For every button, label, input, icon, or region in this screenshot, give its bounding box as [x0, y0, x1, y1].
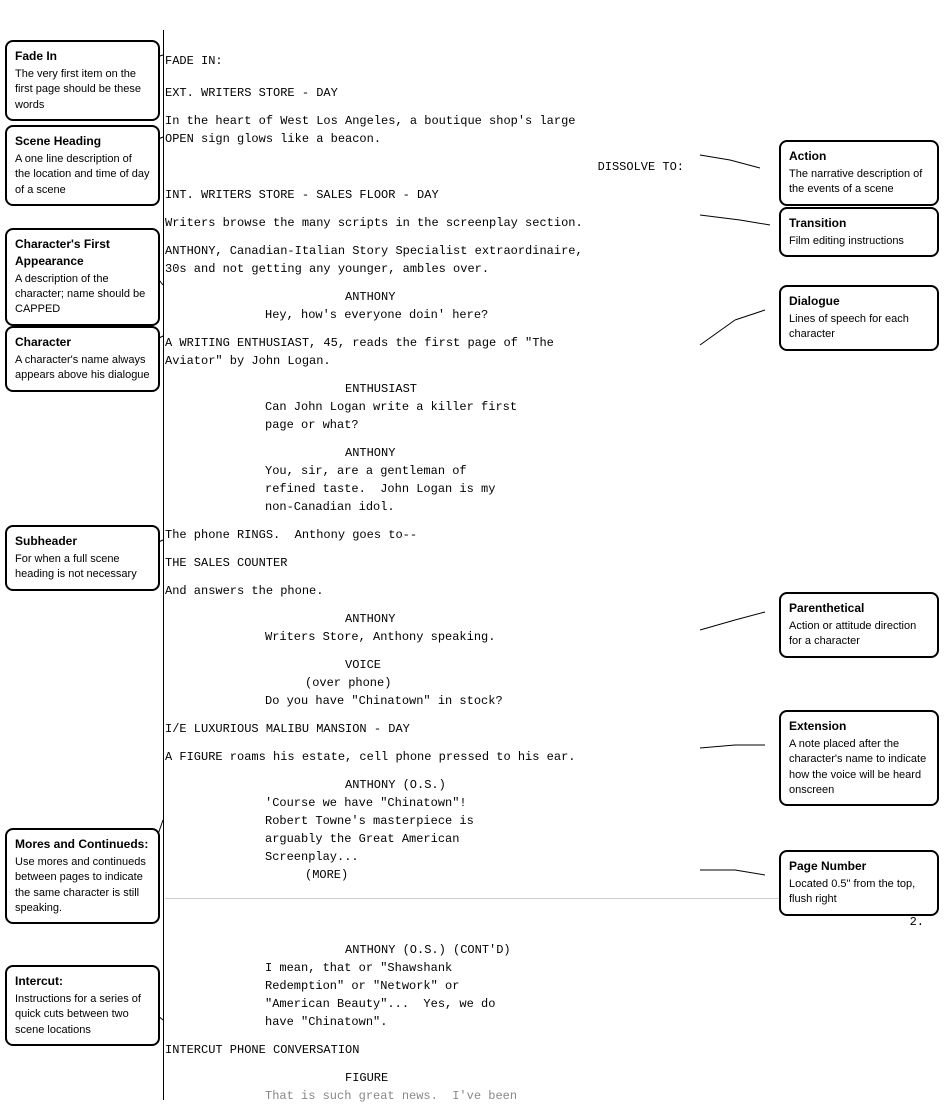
script-line: Can John Logan write a killer first: [265, 398, 929, 416]
script-block-diag5: Do you have "Chinatown" in stock?: [265, 692, 929, 710]
script-line: have "Chinatown".: [265, 1013, 929, 1031]
annotation-desc: Located 0.5" from the top, flush right: [789, 878, 915, 905]
script-line: FADE IN:: [165, 52, 929, 70]
annotation-mores: Mores and Continueds: Use mores and cont…: [5, 828, 160, 924]
script-line: THE SALES COUNTER: [165, 554, 929, 572]
annotation-transition: Transition Film editing instructions: [779, 207, 939, 257]
annotation-title: Page Number: [789, 858, 929, 875]
script-block-action4: The phone RINGS. Anthony goes to--: [165, 526, 929, 544]
script-line: "American Beauty"... Yes, we do: [265, 995, 929, 1013]
annotation-subheader: Subheader For when a full scene heading …: [5, 525, 160, 591]
page-container: FADE IN: EXT. WRITERS STORE - DAY In the…: [0, 0, 944, 1100]
annotation-character: Character A character's name always appe…: [5, 326, 160, 392]
script-block-paren1: (over phone): [305, 674, 929, 692]
annotation-title: Mores and Continueds:: [15, 836, 150, 853]
script-line: arguably the Great American: [265, 830, 929, 848]
script-line: DISSOLVE TO:: [165, 158, 689, 176]
script-line: Robert Towne's masterpiece is: [265, 812, 929, 830]
annotation-desc: Use mores and continueds between pages t…: [15, 856, 146, 914]
script-block-fadein: FADE IN:: [165, 52, 929, 70]
annotation-scene-heading: Scene Heading A one line description of …: [5, 125, 160, 206]
script-block-diag8: That is such great news. I've been: [265, 1087, 929, 1105]
script-block-diag7: I mean, that or "Shawshank Redemption" o…: [265, 959, 929, 1031]
script-line: Redemption" or "Network" or: [265, 977, 929, 995]
script-block-char2: ENTHUSIAST: [345, 380, 929, 398]
annotation-title: Intercut:: [15, 973, 150, 990]
annotation-desc: A note placed after the character's name…: [789, 738, 926, 796]
script-line: Aviator" by John Logan.: [165, 352, 929, 370]
script-line: (over phone): [305, 674, 929, 692]
script-line: non-Canadian idol.: [265, 498, 929, 516]
annotation-desc: The very first item on the first page sh…: [15, 68, 141, 111]
script-line: Do you have "Chinatown" in stock?: [265, 692, 929, 710]
script-line: ENTHUSIAST: [345, 380, 929, 398]
script-block-char5: VOICE: [345, 656, 929, 674]
annotation-page-number: Page Number Located 0.5" from the top, f…: [779, 850, 939, 916]
annotation-desc: The narrative description of the events …: [789, 168, 922, 195]
annotation-intercut: Intercut: Instructions for a series of q…: [5, 965, 160, 1046]
script-block-subheader: THE SALES COUNTER: [165, 554, 929, 572]
annotation-title: Scene Heading: [15, 133, 150, 150]
annotation-title: Action: [789, 148, 929, 165]
script-line: FIGURE: [345, 1069, 929, 1087]
annotation-char-first: Character's First Appearance A descripti…: [5, 228, 160, 326]
annotation-title: Dialogue: [789, 293, 929, 310]
script-block-diag3: You, sir, are a gentleman of refined tas…: [265, 462, 929, 516]
annotation-title: Character's First Appearance: [15, 236, 150, 270]
script-block-char3: ANTHONY: [345, 444, 929, 462]
script-block-char8: FIGURE: [345, 1069, 929, 1087]
annotation-parenthetical: Parenthetical Action or attitude directi…: [779, 592, 939, 658]
annotation-desc: Instructions for a series of quick cuts …: [15, 993, 141, 1036]
script-block-char7: ANTHONY (O.S.) (CONT'D): [345, 941, 929, 959]
annotation-title: Extension: [789, 718, 929, 735]
script-line: I mean, that or "Shawshank: [265, 959, 929, 977]
script-line: In the heart of West Los Angeles, a bout…: [165, 112, 929, 130]
script-block-diag2: Can John Logan write a killer first page…: [265, 398, 929, 434]
annotation-title: Transition: [789, 215, 929, 232]
page-number: 2.: [165, 913, 929, 931]
annotation-action: Action The narrative description of the …: [779, 140, 939, 206]
script-block-ext: EXT. WRITERS STORE - DAY: [165, 84, 929, 102]
annotation-desc: A description of the character; name sho…: [15, 273, 145, 316]
annotation-desc: Film editing instructions: [789, 235, 904, 247]
script-line: ANTHONY: [345, 444, 929, 462]
script-line: You, sir, are a gentleman of: [265, 462, 929, 480]
script-line: INTERCUT PHONE CONVERSATION: [165, 1041, 929, 1059]
annotation-dialogue: Dialogue Lines of speech for each charac…: [779, 285, 939, 351]
annotation-desc: A character's name always appears above …: [15, 354, 150, 381]
script-line: EXT. WRITERS STORE - DAY: [165, 84, 929, 102]
script-line: 30s and not getting any younger, ambles …: [165, 260, 929, 278]
script-line: refined taste. John Logan is my: [265, 480, 929, 498]
annotation-desc: Lines of speech for each character: [789, 313, 909, 340]
script-line: page or what?: [265, 416, 929, 434]
annotation-title: Fade In: [15, 48, 150, 65]
script-line: ANTHONY (O.S.) (CONT'D): [345, 941, 929, 959]
vertical-line-left: [163, 30, 164, 1100]
annotation-title: Character: [15, 334, 150, 351]
annotation-fade-in: Fade In The very first item on the first…: [5, 40, 160, 121]
script-line: That is such great news. I've been: [265, 1087, 929, 1105]
annotation-title: Parenthetical: [789, 600, 929, 617]
script-block-intercut: INTERCUT PHONE CONVERSATION: [165, 1041, 929, 1059]
annotation-desc: For when a full scene heading is not nec…: [15, 553, 137, 580]
annotation-title: Subheader: [15, 533, 150, 550]
script-line: VOICE: [345, 656, 929, 674]
script-line: The phone RINGS. Anthony goes to--: [165, 526, 929, 544]
annotation-extension: Extension A note placed after the charac…: [779, 710, 939, 806]
annotation-desc: A one line description of the location a…: [15, 153, 150, 196]
annotation-desc: Action or attitude direction for a chara…: [789, 620, 916, 647]
